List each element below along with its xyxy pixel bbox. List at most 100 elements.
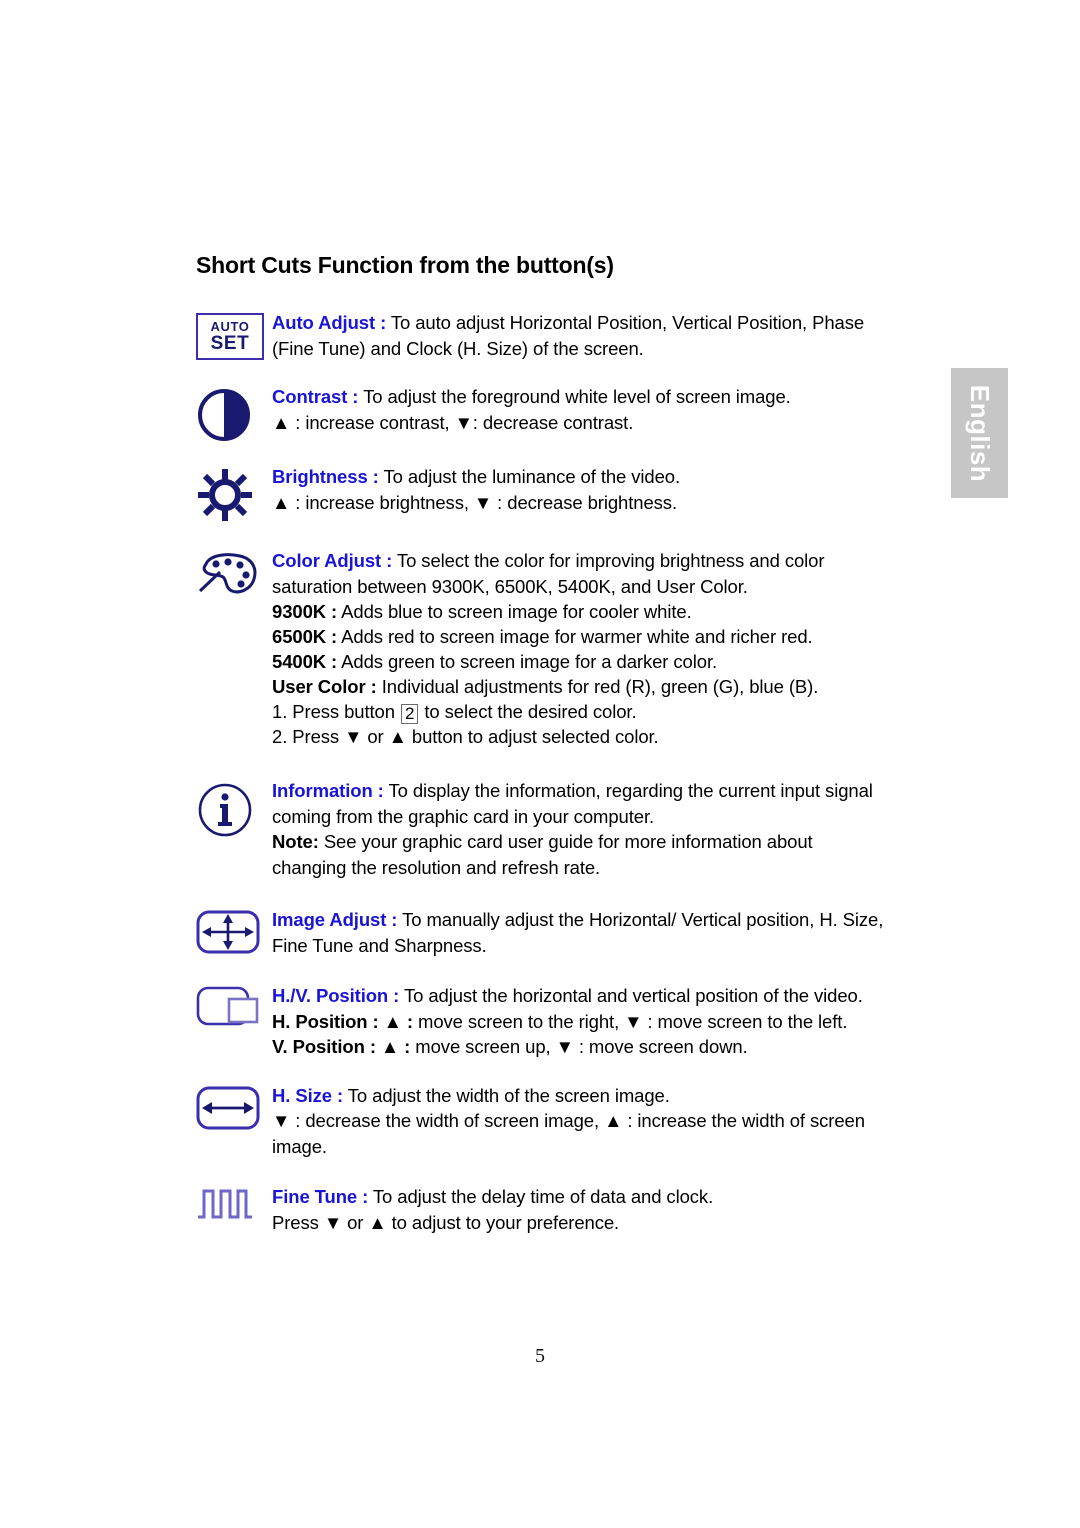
- icon-cell: AUTO SET: [196, 309, 272, 360]
- v-position-label: V. Position : ▲ :: [272, 1036, 411, 1057]
- section-line: saturation between 9300K, 6500K, 5400K, …: [272, 575, 748, 597]
- note-text: See your graphic card user guide for mor…: [318, 831, 813, 852]
- preset-text: Adds red to screen image for warmer whit…: [337, 626, 813, 647]
- section-line: coming from the graphic card in your com…: [272, 805, 655, 827]
- contrast-icon: [198, 389, 250, 441]
- note-label: Note:: [272, 831, 319, 852]
- term-description: To auto adjust Horizontal Position, Vert…: [386, 312, 865, 333]
- note-line-2: changing the resolution and refresh rate…: [272, 856, 601, 878]
- section-body: Auto Adjust : To auto adjust Horizontal …: [272, 309, 896, 361]
- section-line-3: image.: [272, 1135, 327, 1157]
- section-brightness: Brightness : To adjust the luminance of …: [196, 463, 896, 523]
- page-content: Short Cuts Function from the button(s) A…: [196, 252, 896, 1257]
- section-body: Information : To display the information…: [272, 777, 896, 880]
- preset-text: Adds blue to screen image for cooler whi…: [337, 601, 692, 622]
- step-pre: 1. Press button: [272, 701, 400, 722]
- term-label: Brightness :: [272, 466, 379, 487]
- icon-cell: [196, 547, 272, 601]
- section-fine-tune: Fine Tune : To adjust the delay time of …: [196, 1183, 896, 1235]
- section-first-line: Brightness : To adjust the luminance of …: [272, 464, 896, 490]
- section-first-line: Information : To display the information…: [272, 778, 896, 804]
- preset-label: 6500K :: [272, 626, 338, 647]
- section-auto-adjust: AUTO SET Auto Adjust : To auto adjust Ho…: [196, 309, 896, 361]
- term-label: H. Size :: [272, 1084, 344, 1106]
- term-description: To display the information, regarding th…: [383, 780, 873, 801]
- section-line: Fine Tune and Sharpness.: [272, 934, 487, 956]
- section-body: Color Adjust : To select the color for i…: [272, 547, 896, 749]
- icon-cell: [196, 906, 272, 954]
- term-description: To adjust the width of the screen image.: [343, 1084, 670, 1106]
- term-label: Color Adjust :: [272, 550, 393, 571]
- section-body: H./V. Position : To adjust the horizonta…: [272, 982, 896, 1060]
- term-description: To adjust the foreground white level of …: [358, 386, 791, 407]
- v-position-text: move screen up, ▼ : move screen down.: [410, 1036, 748, 1057]
- color-preset-9300k: 9300K : Adds blue to screen image for co…: [272, 599, 896, 624]
- icon-cell: [196, 982, 272, 1032]
- term-description: To adjust the luminance of the video.: [378, 466, 681, 487]
- color-palette-icon: [198, 553, 257, 594]
- image-adjust-icon: [196, 910, 260, 954]
- icon-cell: [196, 463, 272, 523]
- color-step-2: 2. Press ▼ or ▲ button to adjust selecte…: [272, 726, 659, 747]
- auto-set-button-icon: AUTO SET: [196, 313, 264, 360]
- language-tab-label: English: [965, 384, 995, 482]
- icon-cell: [196, 1183, 272, 1221]
- color-preset-user-color: User Color : Individual adjustments for …: [272, 674, 896, 699]
- section-first-line: Fine Tune : To adjust the delay time of …: [272, 1184, 896, 1210]
- color-preset-5400k: 5400K : Adds green to screen image for a…: [272, 649, 896, 674]
- section-h-size: H. Size : To adjust the width of the scr…: [196, 1082, 896, 1160]
- step-post: to select the desired color.: [419, 701, 637, 722]
- section-body: Image Adjust : To manually adjust the Ho…: [272, 906, 896, 958]
- page-title: Short Cuts Function from the button(s): [196, 252, 614, 278]
- h-position-text: move screen to the right, ▼ : move scree…: [412, 1010, 848, 1032]
- brightness-sun-icon: [198, 469, 252, 521]
- h-size-icon: [196, 1086, 260, 1129]
- section-first-line: Image Adjust : To manually adjust the Ho…: [272, 907, 896, 933]
- term-label: Contrast :: [272, 386, 359, 407]
- section-image-adjust: Image Adjust : To manually adjust the Ho…: [196, 906, 896, 958]
- h-position-label: H. Position : ▲ :: [272, 1010, 413, 1032]
- term-label: Image Adjust :: [272, 909, 398, 930]
- section-body: Brightness : To adjust the luminance of …: [272, 463, 896, 515]
- term-label: Fine Tune :: [272, 1186, 369, 1207]
- section-line: ▼ : decrease the width of screen image, …: [272, 1110, 865, 1131]
- preset-text: Adds green to screen image for a darker …: [337, 651, 718, 672]
- h-position-line: H. Position : ▲ : move screen to the rig…: [272, 1009, 896, 1035]
- section-hv-position: H./V. Position : To adjust the horizonta…: [196, 982, 896, 1060]
- note-line: Note: See your graphic card user guide f…: [272, 829, 896, 855]
- icon-cell: [196, 383, 272, 443]
- color-preset-6500k: 6500K : Adds red to screen image for war…: [272, 624, 896, 649]
- term-label: Information :: [272, 780, 384, 801]
- preset-text: Individual adjustments for red (R), gree…: [376, 676, 819, 697]
- color-step-1: 1. Press button 2 to select the desired …: [272, 699, 896, 724]
- icon-cell: [196, 1082, 272, 1130]
- button-key-2: 2: [400, 704, 419, 724]
- manual-page: English Short Cuts Function from the but…: [0, 0, 1080, 1528]
- fine-tune-icon: [198, 1189, 252, 1219]
- section-body: Contrast : To adjust the foreground whit…: [272, 383, 896, 435]
- term-description: To adjust the horizontal and vertical po…: [399, 985, 863, 1006]
- section-line: (Fine Tune) and Clock (H. Size) of the s…: [272, 337, 644, 359]
- hv-position-icon: [196, 986, 259, 1026]
- page-number: 5: [535, 1345, 545, 1367]
- v-position-line: V. Position : ▲ : move screen up, ▼ : mo…: [272, 1034, 896, 1060]
- preset-label: 5400K :: [272, 651, 338, 672]
- section-first-line: Color Adjust : To select the color for i…: [272, 548, 896, 574]
- term-description: To manually adjust the Horizontal/ Verti…: [397, 909, 884, 930]
- section-body: Fine Tune : To adjust the delay time of …: [272, 1183, 896, 1235]
- section-information: Information : To display the information…: [196, 777, 896, 880]
- term-description: To select the color for improving bright…: [392, 550, 825, 571]
- section-color-adjust: Color Adjust : To select the color for i…: [196, 547, 896, 749]
- auto-set-icon-line1: AUTO: [210, 319, 250, 334]
- term-label: Auto Adjust :: [272, 312, 387, 333]
- icon-cell: [196, 777, 272, 839]
- section-contrast: Contrast : To adjust the foreground whit…: [196, 383, 896, 443]
- section-line: Press ▼ or ▲ to adjust to your preferenc…: [272, 1211, 620, 1233]
- section-first-line: Auto Adjust : To auto adjust Horizontal …: [272, 310, 896, 336]
- preset-label: 9300K :: [272, 601, 338, 622]
- term-label: H./V. Position :: [272, 985, 400, 1006]
- section-line: ▲ : increase brightness, ▼ : decrease br…: [272, 491, 678, 513]
- section-first-line: Contrast : To adjust the foreground whit…: [272, 384, 896, 410]
- auto-set-icon-line2: SET: [210, 333, 250, 354]
- section-line: ▲ : increase contrast, ▼: decrease contr…: [272, 411, 634, 433]
